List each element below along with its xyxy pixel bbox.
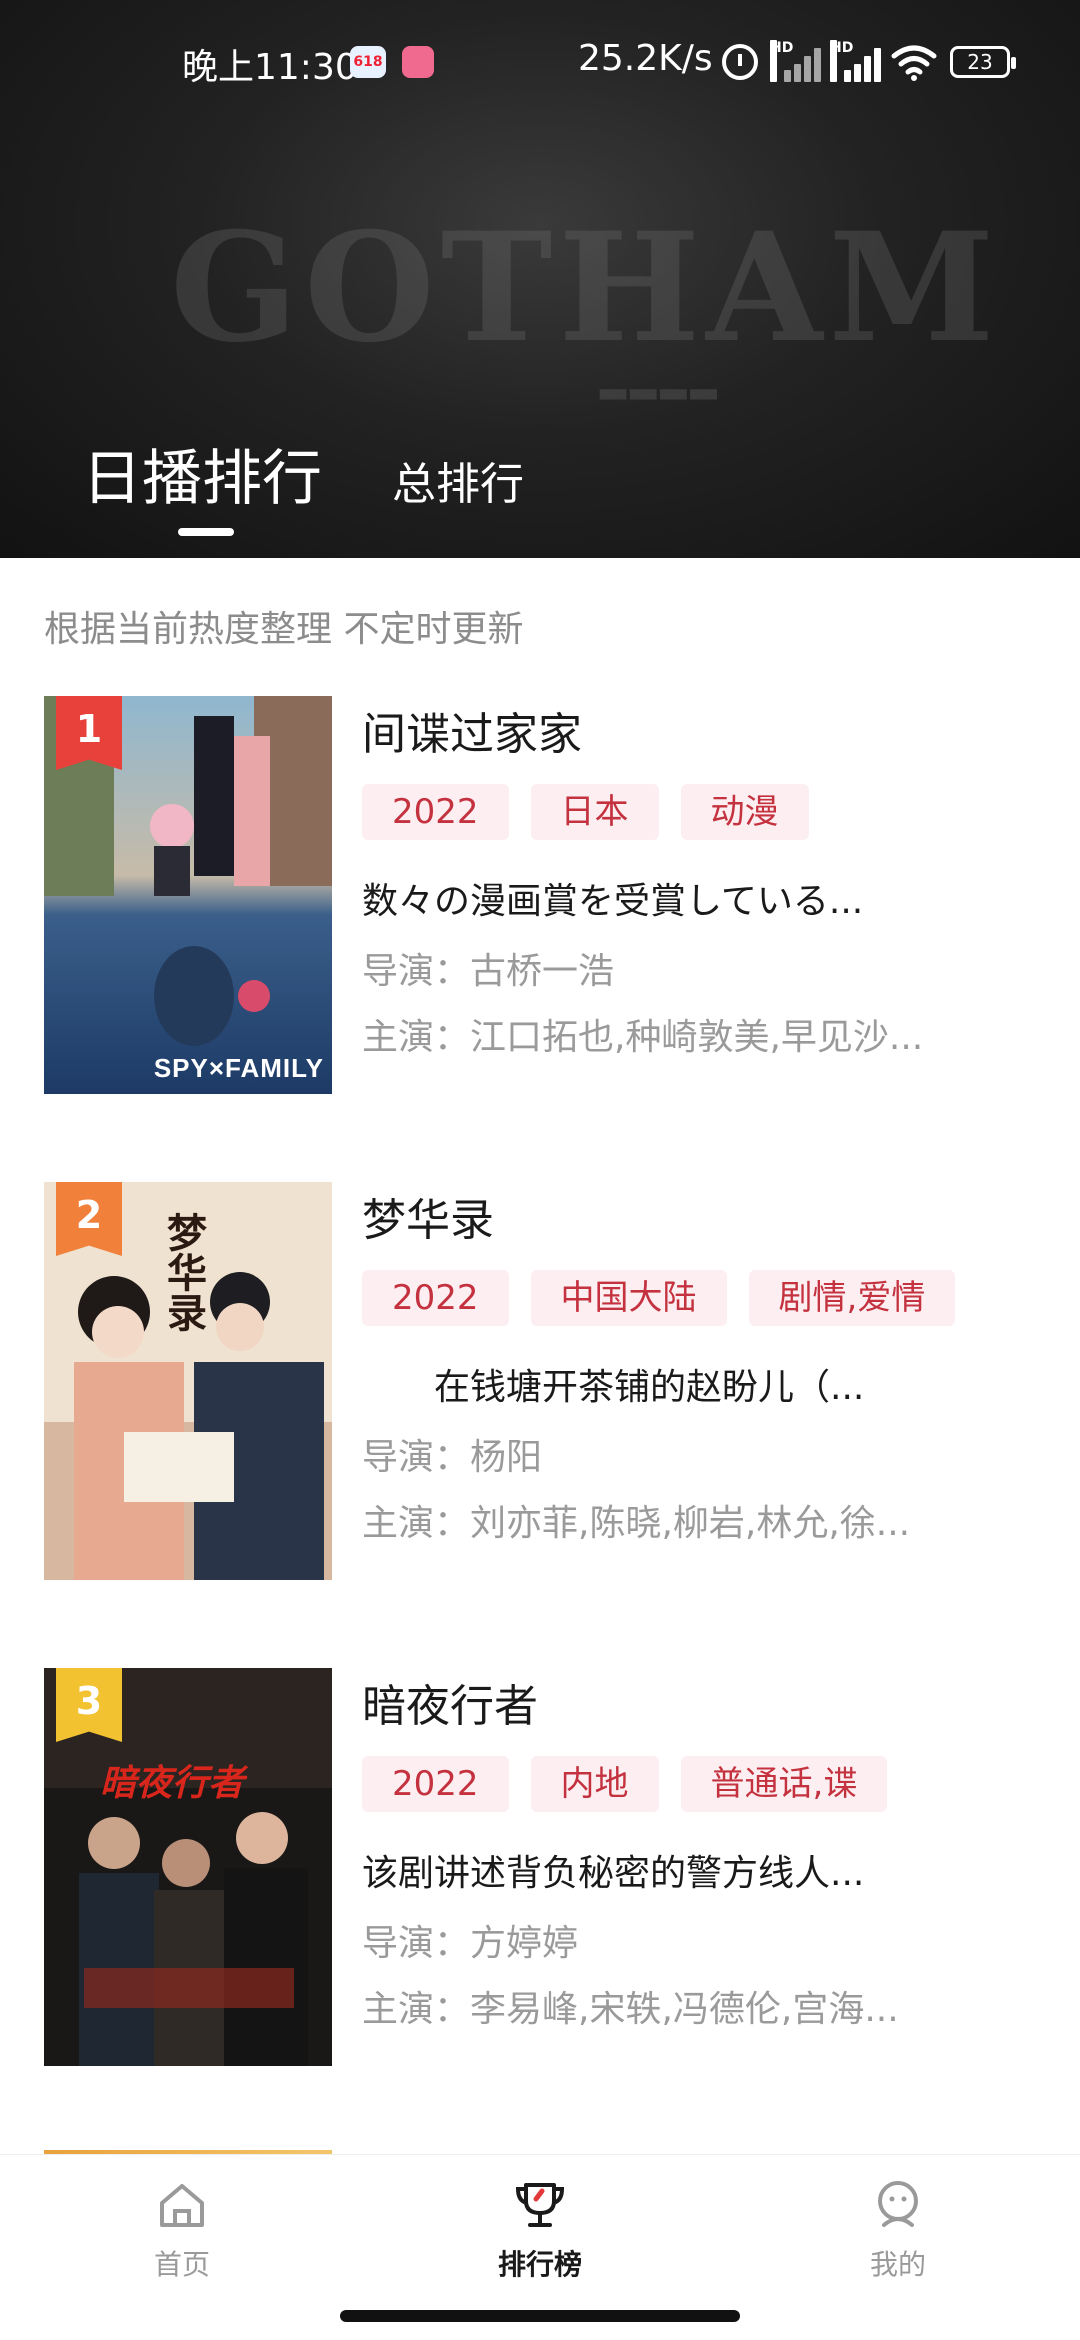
header-banner: GOTHAM ▂▂▂▂ 晚上11:30 618 25.2K/s HD HD 23…: [0, 0, 1080, 558]
tag-region: 日本: [530, 784, 659, 840]
home-icon: [160, 2184, 204, 2227]
rank-badge: 1: [56, 696, 122, 770]
poster-logo: SPY×FAMILY: [153, 1053, 324, 1083]
item-director: 导演：方婷婷: [362, 1923, 579, 1964]
ranking-item[interactable]: 3 暗夜行者 暗夜行者 2022 内地 普通话,谍 该剧讲述背负秘密的警方线人.…: [44, 1668, 1044, 2068]
tag-year: 2022: [362, 1270, 509, 1326]
network-speed: 25.2K/s: [578, 38, 713, 79]
nav-profile[interactable]: 我的: [808, 2177, 988, 2283]
battery-icon: 23: [950, 46, 1016, 78]
item-description: 该剧讲述背负秘密的警方线人...: [362, 1853, 865, 1894]
item-tags: 2022 中国大陆 剧情,爱情: [362, 1270, 956, 1326]
tag-genre: 普通话,谍: [680, 1756, 888, 1812]
item-director: 导演：杨阳: [362, 1437, 543, 1478]
ranking-item[interactable]: 1 SPY×FAMILY 间谍过家家 2022 日本 动漫 数々の漫画賞を受賞し…: [44, 696, 1044, 1096]
signal-icon: HD: [770, 40, 821, 82]
banner-background-decoration: ▂▂▂▂: [600, 360, 721, 400]
item-description: 在钱塘开茶铺的赵盼儿（...: [362, 1367, 865, 1408]
trophy-icon: [515, 2183, 565, 2227]
signal-icon: HD: [830, 40, 881, 82]
item-title[interactable]: 暗夜行者: [362, 1670, 538, 1734]
nav-label-profile: 我的: [869, 2248, 926, 2281]
profile-icon: [878, 2181, 918, 2227]
item-director: 导演：古桥一浩: [362, 951, 615, 992]
item-tags: 2022 日本 动漫: [362, 784, 809, 840]
poster-image[interactable]: 2 梦华录: [44, 1182, 332, 1580]
nav-label-ranking: 排行榜: [497, 2248, 582, 2281]
item-title[interactable]: 梦华录: [362, 1184, 494, 1248]
shopping-badge-icon: 618: [350, 46, 386, 78]
ranking-subtitle: 根据当前热度整理 不定时更新: [44, 609, 524, 650]
nav-ranking[interactable]: 排行榜: [450, 2177, 630, 2283]
poster-title-art: 梦华录: [160, 1212, 207, 1332]
home-indicator[interactable]: [340, 2310, 740, 2322]
tag-year: 2022: [362, 784, 509, 840]
item-cast: 主演：李易峰,宋轶,冯德伦,宫海...: [362, 1989, 899, 2030]
status-time: 晚上11:30: [182, 47, 358, 88]
app-notification-icon: [402, 46, 434, 78]
status-bar: 晚上11:30 618 25.2K/s HD HD 23: [0, 30, 1080, 94]
tag-genre: 动漫: [680, 784, 809, 840]
item-description: 数々の漫画賞を受賞している...: [362, 881, 864, 922]
item-cast: 主演：刘亦菲,陈晓,柳岩,林允,徐...: [362, 1503, 911, 1544]
poster-image[interactable]: 1 SPY×FAMILY: [44, 696, 332, 1094]
item-tags: 2022 内地 普通话,谍: [362, 1756, 888, 1812]
tag-genre: 剧情,爱情: [748, 1270, 956, 1326]
rank-badge: 2: [56, 1182, 122, 1256]
ranking-item[interactable]: 2 梦华录 梦华录 2022 中国大陆 剧情,爱情 在钱塘开茶铺的赵盼儿（...…: [44, 1182, 1044, 1582]
poster-image[interactable]: 3 暗夜行者: [44, 1668, 332, 2066]
tag-region: 中国大陆: [530, 1270, 727, 1326]
poster-title-art: 暗夜行者: [100, 1762, 245, 1804]
rank-badge: 3: [56, 1668, 122, 1742]
item-cast: 主演：江口拓也,种崎敦美,早见沙...: [362, 1017, 924, 1058]
tab-daily-ranking[interactable]: 日播排行: [82, 430, 322, 517]
item-title[interactable]: 间谍过家家: [362, 698, 582, 762]
nav-home[interactable]: 首页: [92, 2177, 272, 2283]
banner-background-text: GOTHAM: [170, 200, 1001, 376]
tab-active-indicator: [178, 528, 234, 536]
nav-label-home: 首页: [153, 2248, 210, 2281]
status-icons: HD HD 23: [722, 40, 1016, 84]
wifi-icon: [891, 45, 937, 81]
alarm-icon: [722, 44, 758, 80]
tab-overall-ranking[interactable]: 总排行: [392, 448, 524, 512]
tag-year: 2022: [362, 1756, 509, 1812]
tag-region: 内地: [530, 1756, 659, 1812]
